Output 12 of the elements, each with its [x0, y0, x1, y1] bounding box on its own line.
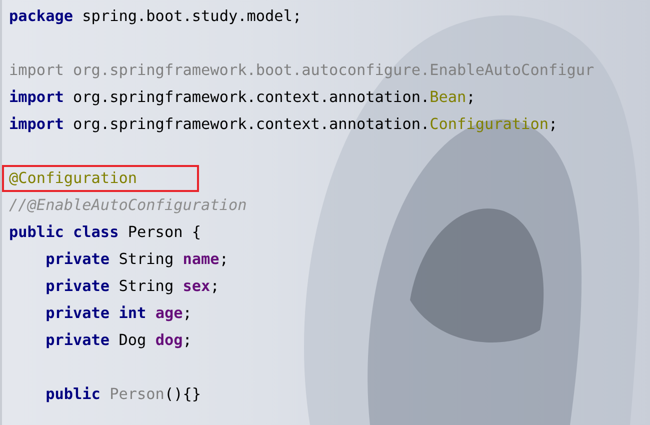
code-line: import org.springframework.context.annotation.Configuration;	[9, 114, 558, 135]
code-line: public Person(){}	[44, 384, 202, 405]
code-line: private String name;	[44, 249, 228, 270]
code-line: private Dog dog;	[44, 330, 192, 351]
code-line: import org.springframework.boot.autoconfigure.EnableAutoConfigur	[9, 60, 594, 81]
code-line: private String sex;	[44, 276, 220, 297]
code-line: private int age;	[44, 303, 192, 324]
highlighted-code-line: @Configuration	[4, 167, 198, 190]
code-line: public class Person {	[9, 222, 202, 243]
code-line: //@EnableAutoConfiguration	[9, 195, 247, 216]
code-line: import org.springframework.context.annotation.Bean;	[9, 87, 476, 108]
code-line: package spring.boot.study.model;	[9, 6, 302, 27]
